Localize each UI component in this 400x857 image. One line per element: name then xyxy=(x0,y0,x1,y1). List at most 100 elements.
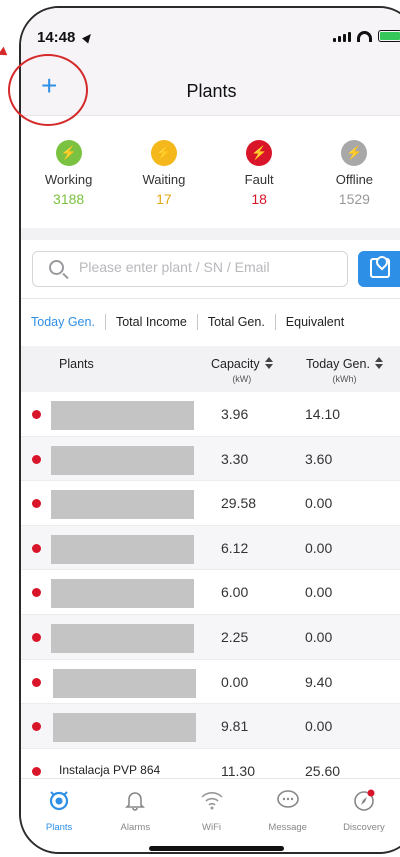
table-header: Plants Capacity (kW) Today Gen. (kWh) xyxy=(21,346,400,392)
status-working[interactable]: ⚡ Working 3188 xyxy=(21,116,116,228)
fault-status-dot xyxy=(32,722,41,732)
bottom-tab-bar: Plants Alarms WiFi Message Discovery xyxy=(21,778,400,852)
fault-status-dot xyxy=(32,410,41,419)
location-icon xyxy=(81,31,94,44)
capacity-value: 29.58 xyxy=(221,495,257,512)
sort-icon xyxy=(264,357,273,369)
fault-status-dot xyxy=(32,499,41,509)
bolt-icon: ⚡ xyxy=(150,140,177,166)
column-header-label: Today Gen. xyxy=(306,357,370,371)
capacity-value: 3.30 xyxy=(221,450,249,467)
status-count: 1529 xyxy=(338,191,370,207)
fault-status-dot xyxy=(32,677,41,687)
column-header-label: Capacity xyxy=(211,357,260,371)
annotation-circle xyxy=(8,54,88,126)
tab-total-income[interactable]: Total Income xyxy=(106,315,197,329)
tab-message[interactable]: Message xyxy=(250,779,326,852)
status-bar: 14:48 xyxy=(21,8,400,64)
tab-total-gen[interactable]: Total Gen. xyxy=(198,315,275,329)
status-offline[interactable]: ⚡ Offline 1529 xyxy=(307,116,400,228)
compass-icon xyxy=(354,789,375,811)
search-box[interactable] xyxy=(32,251,348,287)
table-row[interactable]: 3.30 3.60 xyxy=(21,436,400,482)
plant-list: 3.96 14.10 3.30 3.60 29.58 0.00 6.12 0.0… xyxy=(21,392,400,794)
table-row[interactable]: 3.96 14.10 xyxy=(21,392,400,437)
column-header-today-gen[interactable]: Today Gen. (kWh) xyxy=(306,357,383,384)
status-icons xyxy=(333,30,400,42)
status-fault[interactable]: ⚡ Fault 18 xyxy=(212,116,307,228)
metric-tabs: Today Gen. Total Income Total Gen. Equiv… xyxy=(21,304,400,340)
capacity-value: 2.25 xyxy=(221,628,249,645)
table-row[interactable]: 0.00 9.40 xyxy=(21,659,400,705)
message-icon xyxy=(276,790,299,808)
tab-label: Alarms xyxy=(120,822,151,833)
status-waiting[interactable]: ⚡ Waiting 17 xyxy=(116,116,211,228)
fault-status-dot xyxy=(32,454,41,464)
divider xyxy=(21,298,400,299)
plant-name: Instalacja PVP 864 xyxy=(59,762,161,777)
tab-discovery[interactable]: Discovery xyxy=(326,779,400,852)
fault-status-dot xyxy=(32,632,41,642)
tab-alarms[interactable]: Alarms xyxy=(97,779,173,852)
status-label: Waiting xyxy=(142,172,186,187)
status-count: 17 xyxy=(156,191,172,207)
today-gen-value: 0.00 xyxy=(305,628,333,645)
table-row[interactable]: 29.58 0.00 xyxy=(21,481,400,526)
wifi-status-icon xyxy=(357,31,372,42)
status-count: 18 xyxy=(251,191,267,207)
today-gen-value: 0.00 xyxy=(305,495,333,512)
map-icon xyxy=(370,258,390,278)
status-label: Offline xyxy=(335,172,374,187)
tab-today-gen[interactable]: Today Gen. xyxy=(21,315,105,329)
fault-status-dot xyxy=(32,766,41,776)
status-label: Working xyxy=(44,172,93,187)
capacity-value: 6.00 xyxy=(221,584,249,601)
column-unit: (kWh) xyxy=(332,374,357,384)
tab-equivalent[interactable]: Equivalent xyxy=(276,315,354,329)
tab-label: Discovery xyxy=(343,822,385,833)
table-row[interactable]: 6.12 0.00 xyxy=(21,525,400,571)
section-separator xyxy=(21,228,400,240)
tab-label: Message xyxy=(268,822,307,833)
fault-status-dot xyxy=(32,543,41,553)
table-row[interactable]: 6.00 0.00 xyxy=(21,570,400,615)
table-row[interactable]: 9.81 0.00 xyxy=(21,704,400,749)
column-header-capacity[interactable]: Capacity (kW) xyxy=(211,357,273,384)
annotation-arrow xyxy=(0,46,11,60)
bolt-icon: ⚡ xyxy=(55,140,82,166)
redacted-plant-name xyxy=(51,623,194,653)
capacity-value: 6.12 xyxy=(221,539,249,556)
today-gen-value: 9.40 xyxy=(305,673,333,690)
signal-icon xyxy=(333,32,351,42)
redacted-plant-name xyxy=(51,401,194,430)
tab-wifi[interactable]: WiFi xyxy=(173,779,249,852)
bell-icon xyxy=(125,792,146,811)
redacted-plant-name xyxy=(53,713,196,743)
redacted-plant-name xyxy=(53,668,196,698)
plant-icon xyxy=(49,791,69,811)
today-gen-value: 3.60 xyxy=(305,450,333,467)
status-summary: ⚡ Working 3188 ⚡ Waiting 17 ⚡ Fault 18 ⚡… xyxy=(21,116,400,228)
table-row[interactable]: 2.25 0.00 xyxy=(21,614,400,660)
map-view-button[interactable] xyxy=(358,251,400,287)
redacted-plant-name xyxy=(51,445,194,475)
bolt-icon: ⚡ xyxy=(341,140,368,166)
capacity-value: 9.81 xyxy=(221,718,249,735)
sort-icon xyxy=(374,357,383,369)
search-input[interactable] xyxy=(79,259,339,275)
bolt-icon: ⚡ xyxy=(246,140,273,166)
capacity-value: 11.30 xyxy=(221,762,255,779)
wifi-icon xyxy=(200,792,223,810)
status-count: 3188 xyxy=(53,191,85,207)
capacity-value: 0.00 xyxy=(221,673,249,690)
tab-label: Plants xyxy=(45,822,73,833)
tab-label: WiFi xyxy=(202,822,221,833)
today-gen-value: 25.60 xyxy=(305,762,341,779)
column-header-plants: Plants xyxy=(59,357,94,371)
home-indicator xyxy=(149,846,284,851)
battery-icon xyxy=(378,30,400,42)
today-gen-value: 0.00 xyxy=(305,584,333,601)
tab-plants[interactable]: Plants xyxy=(21,779,97,852)
status-time: 14:48 xyxy=(37,29,76,46)
today-gen-value: 0.00 xyxy=(305,539,333,556)
